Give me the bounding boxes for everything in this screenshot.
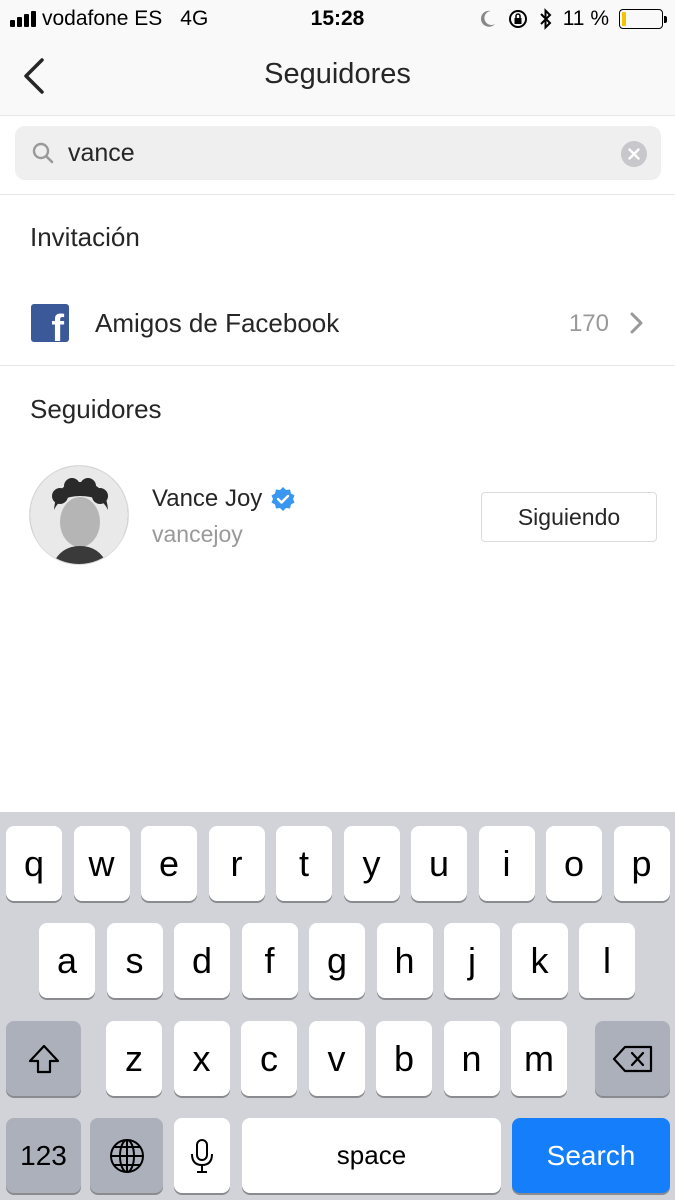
key-c[interactable]: c xyxy=(241,1021,297,1096)
key-f[interactable]: f xyxy=(241,923,298,998)
page-title: Seguidores xyxy=(264,58,411,90)
avatar[interactable] xyxy=(29,465,129,565)
space-key[interactable]: space xyxy=(242,1118,501,1193)
key-p[interactable]: p xyxy=(613,826,670,901)
chevron-right-icon xyxy=(630,312,643,334)
key-v[interactable]: v xyxy=(308,1021,365,1096)
moon-icon xyxy=(480,10,495,27)
verified-badge-icon xyxy=(271,487,295,511)
globe-key[interactable] xyxy=(90,1118,163,1193)
facebook-icon: f xyxy=(31,304,69,342)
shift-key[interactable] xyxy=(6,1021,81,1096)
search-box[interactable] xyxy=(15,126,661,180)
backspace-key[interactable] xyxy=(595,1021,670,1096)
search-input[interactable] xyxy=(68,134,608,172)
key-d[interactable]: d xyxy=(174,923,230,998)
key-q[interactable]: q xyxy=(6,826,62,901)
status-bar: vodafone ES 4G 15:28 11 % xyxy=(0,0,675,38)
invitation-header: Invitación xyxy=(30,222,140,252)
key-r[interactable]: r xyxy=(208,826,265,901)
globe-icon xyxy=(109,1138,144,1173)
user-name[interactable]: Vance Joy xyxy=(152,485,262,513)
search-key[interactable]: Search xyxy=(512,1118,670,1193)
key-n[interactable]: n xyxy=(443,1021,500,1096)
key-j[interactable]: j xyxy=(444,923,500,998)
key-w[interactable]: w xyxy=(73,826,130,901)
clear-search-button[interactable] xyxy=(621,141,647,167)
key-g[interactable]: g xyxy=(309,923,365,998)
followers-header: Seguidores xyxy=(30,394,162,424)
following-button[interactable]: Siguiendo xyxy=(481,492,657,542)
key-i[interactable]: i xyxy=(478,826,535,901)
key-a[interactable]: a xyxy=(39,923,95,998)
follower-row[interactable]: Vance Joy vancejoy Siguiendo xyxy=(0,462,675,572)
status-right: 11 % xyxy=(479,7,667,31)
battery-fill xyxy=(622,12,627,26)
orientation-lock-icon xyxy=(508,10,527,28)
navigation-bar: Seguidores xyxy=(0,38,675,116)
shift-icon xyxy=(28,1044,59,1073)
key-s[interactable]: s xyxy=(106,923,163,998)
facebook-friends-label: Amigos de Facebook xyxy=(95,308,340,338)
facebook-friends-count: 170 xyxy=(568,310,609,337)
battery-percent: 11 % xyxy=(562,7,609,30)
search-icon xyxy=(32,142,54,164)
key-x[interactable]: x xyxy=(173,1021,230,1096)
key-u[interactable]: u xyxy=(411,826,467,901)
keyboard: 123 space Search qwertyuiop asdfghjkl zxcv… xyxy=(0,812,675,1200)
key-z[interactable]: z xyxy=(106,1021,162,1096)
search-area xyxy=(0,116,675,195)
key-b[interactable]: b xyxy=(376,1021,432,1096)
key-h[interactable]: h xyxy=(376,923,433,998)
clear-icon xyxy=(628,148,640,160)
microphone-icon xyxy=(191,1138,213,1173)
key-e[interactable]: e xyxy=(141,826,197,901)
numbers-key[interactable]: 123 xyxy=(6,1118,81,1193)
facebook-friends-row[interactable]: f Amigos de Facebook 170 xyxy=(0,280,675,366)
user-name-line: Vance Joy xyxy=(152,485,296,513)
key-k[interactable]: k xyxy=(511,923,568,998)
battery-icon xyxy=(619,9,667,29)
dictation-key[interactable] xyxy=(174,1118,230,1193)
key-y[interactable]: y xyxy=(343,826,400,901)
key-t[interactable]: t xyxy=(276,826,332,901)
key-l[interactable]: l xyxy=(579,923,635,998)
key-o[interactable]: o xyxy=(546,826,602,901)
backspace-icon xyxy=(612,1045,652,1072)
key-m[interactable]: m xyxy=(511,1021,567,1096)
user-handle: vancejoy xyxy=(152,521,243,547)
bluetooth-icon xyxy=(539,8,552,30)
avatar-portrait xyxy=(30,466,128,564)
